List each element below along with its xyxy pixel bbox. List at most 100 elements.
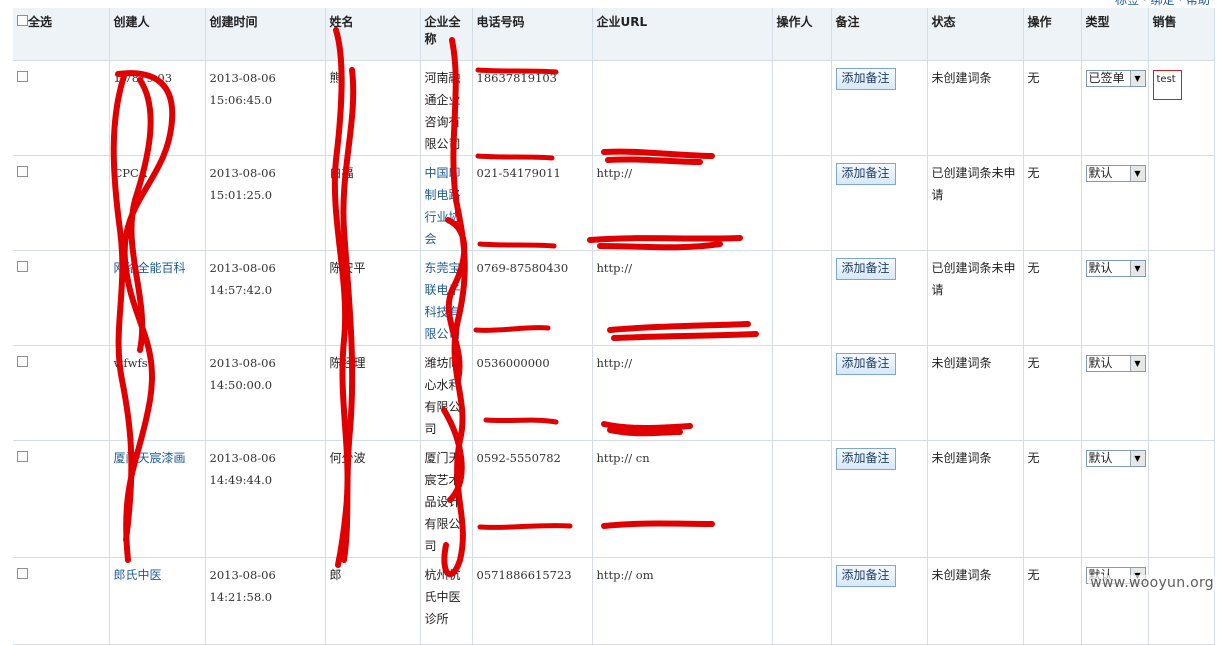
chevron-down-icon: ▼ (1129, 166, 1145, 181)
add-remark-button[interactable]: 添加备注 (835, 163, 896, 185)
row-checkbox[interactable] (17, 356, 28, 367)
col-created-time: 创建时间 (205, 8, 326, 61)
table-row: CPCA 2013-08-06 15:01:25.0 白福 中国印制电路行业协会… (13, 155, 1215, 251)
type-select[interactable]: 已签单 ▼ (1085, 70, 1146, 87)
table-header-row: 全选 创建人 创建时间 姓名 企业全称 电话号码 企业URL 操作人 备注 状态… (13, 8, 1215, 61)
col-creator: 创建人 (109, 8, 206, 61)
company-name: 中国印制电路行业协会 (420, 155, 473, 251)
created-time: 2013-08-06 15:06:45.0 (209, 71, 276, 107)
person-name: 陈经理 (325, 345, 421, 441)
row-checkbox[interactable] (17, 568, 28, 579)
status-text: 未创建词条 (927, 345, 1024, 441)
chevron-down-icon: ▼ (1129, 451, 1145, 466)
chevron-down-icon: ▼ (1129, 356, 1145, 371)
status-text: 未创建词条 (927, 60, 1024, 156)
type-select-value: 已签单 (1088, 71, 1125, 85)
operator-cell (772, 60, 832, 156)
company-name: 厦门天宸艺术品设计有限公司 (420, 440, 473, 558)
creator-link[interactable]: wfwfs (114, 356, 148, 370)
sales-value: test (1152, 70, 1182, 100)
created-time: 2013-08-06 14:49:44.0 (209, 451, 276, 487)
person-name: 郎 (325, 557, 421, 645)
row-checkbox[interactable] (17, 166, 28, 177)
type-select-value: 默认 (1088, 356, 1113, 370)
type-select[interactable]: 默认 ▼ (1085, 260, 1146, 277)
records-table: 全选 创建人 创建时间 姓名 企业全称 电话号码 企业URL 操作人 备注 状态… (13, 8, 1215, 645)
creator-link[interactable]: 厦门天宸漆画 (114, 451, 186, 465)
type-select[interactable]: 默认 ▼ (1085, 450, 1146, 467)
action-text: 无 (1023, 60, 1082, 156)
top-links[interactable]: 标签 · 绑定 · 帮助 (1115, 0, 1210, 8)
row-checkbox[interactable] (17, 451, 28, 462)
status-text: 已创建词条未申请 (927, 250, 1024, 346)
created-time: 2013-08-06 14:50:00.0 (209, 356, 276, 392)
created-time: 2013-08-06 14:57:42.0 (209, 261, 276, 297)
person-name: 熊 (325, 60, 421, 156)
phone-number: 18637819103 (476, 71, 557, 85)
top-bar: 标签 · 绑定 · 帮助 (0, 0, 1222, 8)
type-select[interactable]: 默认 ▼ (1085, 165, 1146, 182)
company-name: 潍坊同心水利有限公司 (420, 345, 473, 441)
creator-link[interactable]: CPCA (114, 166, 148, 180)
company-url-link[interactable]: http:// (597, 261, 633, 275)
operator-cell (772, 345, 832, 441)
action-text: 无 (1023, 155, 1082, 251)
col-company-url: 企业URL (592, 8, 773, 61)
type-select-value: 默认 (1088, 261, 1113, 275)
col-status: 状态 (927, 8, 1024, 61)
col-phone: 电话号码 (472, 8, 593, 61)
company-url-link[interactable]: http:// (597, 166, 633, 180)
chevron-down-icon: ▼ (1129, 261, 1145, 276)
phone-number: 0536000000 (476, 356, 550, 370)
type-select[interactable]: 默认 ▼ (1085, 355, 1146, 372)
creator-link[interactable]: 1 7819 03 (114, 71, 173, 85)
table-row: wfwfs 2013-08-06 14:50:00.0 陈经理 潍坊同心水利有限… (13, 345, 1215, 441)
status-text: 已创建词条未申请 (927, 155, 1024, 251)
table-row: 1 7819 03 2013-08-06 15:06:45.0 熊 河南融通企业… (13, 60, 1215, 156)
row-checkbox[interactable] (17, 261, 28, 272)
col-company-full-name: 企业全称 (420, 8, 473, 61)
operator-cell (772, 155, 832, 251)
creator-link[interactable]: 郎氏中医 (114, 568, 162, 582)
person-name: 白福 (325, 155, 421, 251)
col-select-all[interactable]: 全选 (13, 8, 110, 61)
select-all-label: 全选 (28, 15, 53, 29)
add-remark-button[interactable]: 添加备注 (835, 353, 896, 375)
operator-cell (772, 250, 832, 346)
sales-value (1148, 557, 1215, 645)
phone-number: 0592-5550782 (476, 451, 561, 465)
add-remark-button[interactable]: 添加备注 (835, 258, 896, 280)
phone-number: 0571886615723 (476, 568, 572, 582)
table-row: 郎氏中医 2013-08-06 14:21:58.0 郎 杭州杭氏中医诊所 05… (13, 557, 1215, 645)
company-name: 杭州杭氏中医诊所 (420, 557, 473, 645)
company-name: 东莞宝联电子科技有限公司 (420, 250, 473, 346)
chevron-down-icon: ▼ (1129, 71, 1145, 86)
col-operator: 操作人 (772, 8, 832, 61)
person-name: 何少波 (325, 440, 421, 558)
action-text: 无 (1023, 345, 1082, 441)
col-name: 姓名 (325, 8, 421, 61)
col-action: 操作 (1023, 8, 1082, 61)
status-text: 未创建词条 (927, 557, 1024, 645)
row-checkbox[interactable] (17, 71, 28, 82)
sales-value (1148, 155, 1215, 251)
company-name: 河南融通企业咨询有限公司 (420, 60, 473, 156)
col-remark: 备注 (831, 8, 928, 61)
type-select-value: 默认 (1088, 451, 1113, 465)
table-row: 厦门天宸漆画 2013-08-06 14:49:44.0 何少波 厦门天宸艺术品… (13, 440, 1215, 558)
company-url-link[interactable]: http:// cn (597, 451, 650, 465)
person-name: 陈安平 (325, 250, 421, 346)
select-all-checkbox[interactable] (17, 15, 28, 26)
add-remark-button[interactable]: 添加备注 (835, 448, 896, 470)
watermark: www.wooyun.org (1088, 575, 1216, 591)
company-url-link[interactable]: http:// (597, 356, 633, 370)
col-sales: 销售 (1148, 8, 1215, 61)
col-type: 类型 (1081, 8, 1149, 61)
action-text: 无 (1023, 557, 1082, 645)
sales-value (1148, 440, 1215, 558)
creator-link[interactable]: 网络全能百科 (114, 261, 186, 275)
add-remark-button[interactable]: 添加备注 (835, 68, 896, 90)
company-url-link[interactable]: http:// om (597, 568, 654, 582)
sales-value (1148, 345, 1215, 441)
add-remark-button[interactable]: 添加备注 (835, 565, 896, 587)
